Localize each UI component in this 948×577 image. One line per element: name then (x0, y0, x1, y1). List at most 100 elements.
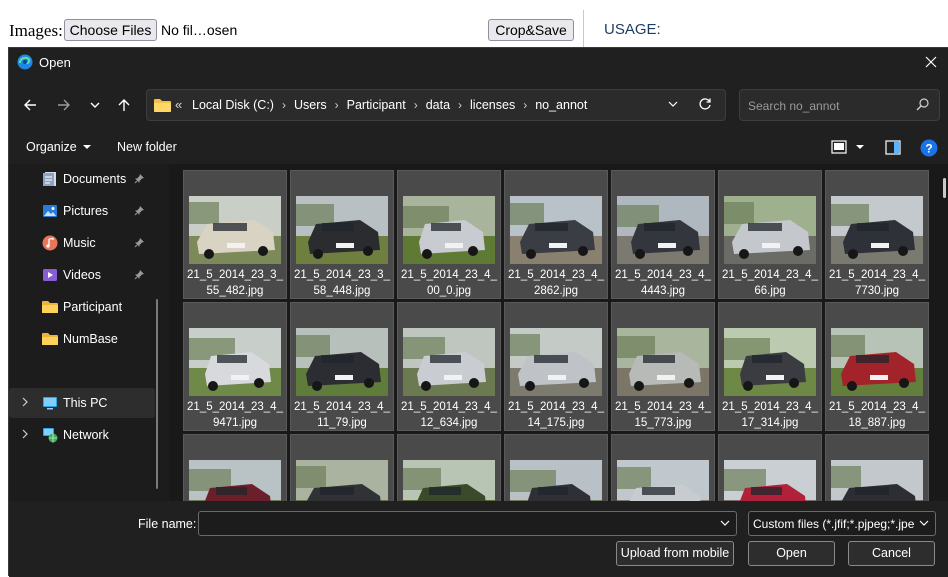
file-tile[interactable] (183, 434, 287, 501)
dialog-titlebar[interactable]: Open (9, 48, 948, 76)
file-tile[interactable]: 21_5_2014_23_4_00_0.jpg (397, 170, 501, 299)
image-thumbnail (189, 460, 281, 501)
file-tile[interactable]: 21_5_2014_23_3_55_482.jpg (183, 170, 287, 299)
file-tile[interactable]: 21_5_2014_23_4_66.jpg (718, 170, 822, 299)
file-tile[interactable] (504, 434, 608, 501)
chevron-right-icon[interactable]: › (282, 98, 286, 112)
pin-icon (134, 174, 144, 184)
image-thumbnail (617, 460, 709, 501)
cancel-button[interactable]: Cancel (848, 541, 935, 566)
breadcrumb-item[interactable]: no_annot (535, 98, 587, 112)
chevron-right-icon[interactable] (21, 429, 29, 439)
address-overflow[interactable]: « (175, 97, 182, 112)
chevron-right-icon[interactable]: › (335, 98, 339, 112)
file-tile[interactable]: 21_5_2014_23_4_11_79.jpg (290, 302, 394, 431)
documents-icon (43, 172, 56, 186)
file-name-input[interactable] (205, 516, 705, 532)
search-input[interactable] (748, 97, 908, 115)
file-type-select[interactable]: Custom files (*.jfif;*.pjpeg;*.jpe (748, 511, 936, 536)
preview-pane-icon[interactable] (885, 140, 901, 155)
file-name-label: File name: (138, 517, 197, 531)
upload-from-mobile-button[interactable]: Upload from mobile (616, 541, 734, 566)
folder-icon (42, 301, 58, 313)
images-label: Images: (9, 21, 63, 40)
file-name: 21_5_2014_23_3_58_448.jpg (294, 269, 390, 297)
sidebar-item-participant[interactable]: Participant (9, 292, 155, 322)
file-tile[interactable] (611, 434, 715, 501)
chevron-right-icon[interactable]: › (458, 98, 462, 112)
breadcrumb-item[interactable]: Users (294, 98, 327, 112)
file-tile[interactable]: 21_5_2014_23_4_14_175.jpg (504, 302, 608, 431)
file-tile[interactable]: 21_5_2014_23_4_18_887.jpg (825, 302, 929, 431)
file-tile[interactable]: 21_5_2014_23_4_7730.jpg (825, 170, 929, 299)
search-box[interactable] (739, 89, 940, 121)
forward-button[interactable] (51, 92, 77, 118)
refresh-icon[interactable] (698, 97, 712, 111)
navigation-pane: Documents Pictures Music Videos Particip… (9, 164, 169, 501)
file-tile[interactable]: 21_5_2014_23_4_17_314.jpg (718, 302, 822, 431)
chevron-right-icon[interactable] (21, 397, 29, 407)
sidebar-item-this-pc[interactable]: This PC (9, 388, 155, 418)
crop-save-button[interactable]: Crop&Save (488, 19, 574, 41)
file-name: 21_5_2014_23_4_14_175.jpg (508, 401, 604, 429)
file-tile[interactable] (718, 434, 822, 501)
image-thumbnail (831, 328, 923, 396)
new-folder-button[interactable]: New folder (117, 140, 177, 154)
file-tile[interactable]: 21_5_2014_23_4_15_773.jpg (611, 302, 715, 431)
sidebar-item-label: Documents (63, 172, 127, 186)
sidebar-item-music[interactable]: Music (9, 228, 155, 258)
back-button[interactable] (17, 92, 43, 118)
address-bar[interactable]: « Local Disk (C:) › Users › Participant › data… (146, 89, 726, 121)
up-button[interactable] (111, 92, 137, 118)
chevron-down-icon (919, 520, 929, 526)
file-tile[interactable] (290, 434, 394, 501)
help-icon[interactable]: ? (920, 139, 938, 157)
file-list: 21_5_2014_23_3_55_482.jpg 21_5_2014_23_3_… (169, 164, 948, 501)
command-toolbar: Organize New folder ? (9, 134, 948, 164)
sidebar-item-numbase[interactable]: NumBase (9, 324, 155, 354)
chevron-right-icon[interactable]: › (414, 98, 418, 112)
network-icon (43, 428, 58, 443)
image-thumbnail (617, 328, 709, 396)
file-tile[interactable] (825, 434, 929, 501)
sidebar-item-videos[interactable]: Videos (9, 260, 155, 290)
caret-down-icon (856, 145, 864, 149)
sidebar-item-pictures[interactable]: Pictures (9, 196, 155, 226)
file-list-scrollbar[interactable] (943, 178, 946, 198)
this-pc-icon (43, 397, 57, 410)
breadcrumb-item[interactable]: Participant (347, 98, 406, 112)
image-thumbnail (403, 328, 495, 396)
sidebar-item-label: Participant (63, 300, 123, 314)
folder-icon (154, 99, 171, 112)
close-button[interactable] (918, 50, 944, 74)
breadcrumb-item[interactable]: Local Disk (C:) (192, 98, 274, 112)
file-name: 21_5_2014_23_4_15_773.jpg (615, 401, 711, 429)
address-history-chevron-icon[interactable] (667, 98, 679, 110)
file-tile[interactable]: 21_5_2014_23_4_9471.jpg (183, 302, 287, 431)
choose-files-button[interactable]: Choose Files (64, 19, 157, 41)
file-tile[interactable]: 21_5_2014_23_4_2862.jpg (504, 170, 608, 299)
file-tile[interactable]: 21_5_2014_23_3_58_448.jpg (290, 170, 394, 299)
organize-button[interactable]: Organize (26, 140, 92, 154)
open-button[interactable]: Open (748, 541, 835, 566)
change-view-button[interactable] (831, 140, 865, 154)
web-page-header: Images: Choose Files No fil…osen Crop&Sa… (0, 0, 948, 48)
sidebar-scrollbar[interactable] (156, 299, 158, 489)
chevron-down-icon[interactable] (720, 519, 730, 527)
arrow-right-icon (58, 99, 70, 111)
file-tile[interactable]: 21_5_2014_23_4_4443.jpg (611, 170, 715, 299)
file-name-combobox[interactable] (198, 511, 737, 536)
image-thumbnail (403, 196, 495, 264)
chevron-right-icon[interactable]: › (523, 98, 527, 112)
dialog-footer: File name: Custom files (*.jfif;*.pjpeg;… (9, 501, 948, 577)
recent-locations-button[interactable] (82, 92, 108, 118)
image-thumbnail (189, 328, 281, 396)
breadcrumb-item[interactable]: data (426, 98, 450, 112)
sidebar-item-documents[interactable]: Documents (9, 164, 155, 194)
file-tile[interactable]: 21_5_2014_23_4_12_634.jpg (397, 302, 501, 431)
image-thumbnail (724, 196, 816, 264)
sidebar-item-network[interactable]: Network (9, 420, 155, 450)
file-name: 21_5_2014_23_4_17_314.jpg (722, 401, 818, 429)
file-tile[interactable] (397, 434, 501, 501)
breadcrumb-item[interactable]: licenses (470, 98, 515, 112)
